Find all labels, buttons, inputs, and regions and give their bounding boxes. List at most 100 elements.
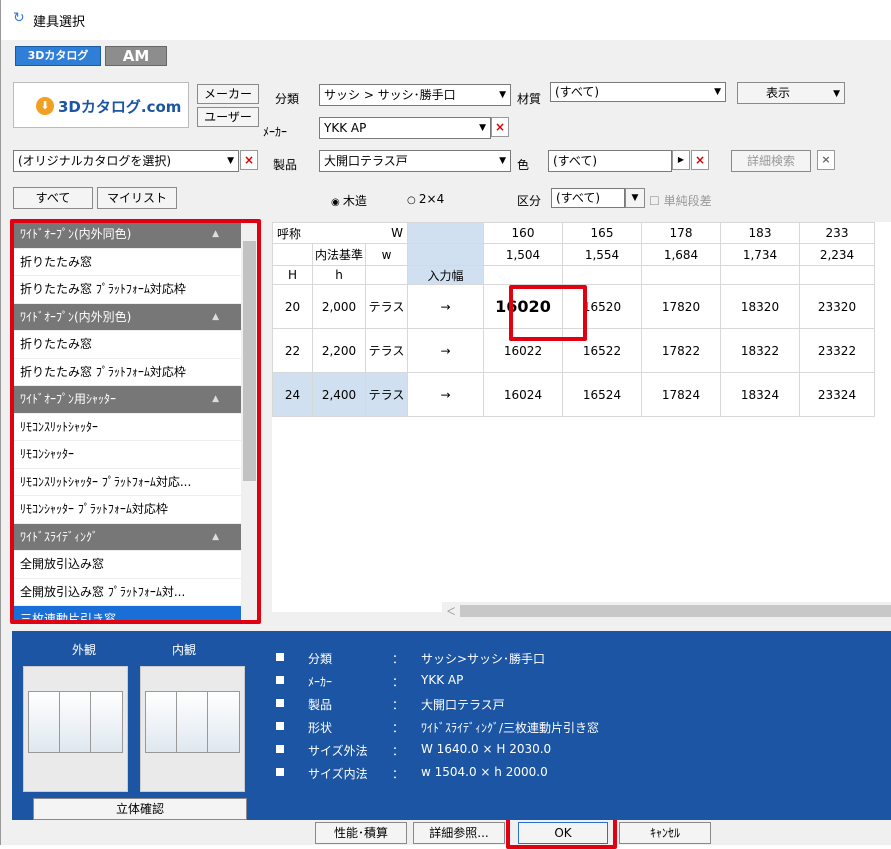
size-cell[interactable]: 16522 [562,328,642,373]
row-type[interactable]: テラス [365,284,408,329]
list-item-label: 三枚連動片引き窓 [20,612,117,621]
exterior-preview [23,666,128,792]
size-cell[interactable]: 23324 [799,372,875,417]
row-h[interactable]: 2,200 [312,328,366,373]
row-arrow[interactable]: → [407,328,484,373]
scroll-thumb[interactable] [243,241,256,481]
clear-color-button[interactable]: × [691,150,709,170]
close-icon[interactable]: × [817,150,835,170]
detail-search-button[interactable]: 詳細検索 [731,150,811,172]
info-sep: ： [392,698,405,712]
info-sep: ： [392,652,405,666]
info-bullet [276,673,298,687]
arrow-right-icon[interactable]: ▶ [672,150,690,170]
mylist-button[interactable]: マイリスト [97,187,177,209]
grid-hscrollbar[interactable]: ＜ [442,602,891,620]
row-h[interactable]: 2,400 [312,372,366,417]
list-item[interactable]: 折りたたみ窓 ﾌﾟﾗｯﾄﾌｫｰﾑ対応枠 [12,276,241,304]
list-item-label: 折りたたみ窓 ﾌﾟﾗｯﾄﾌｫｰﾑ対応枠 [20,364,186,379]
row-H[interactable]: 24 [272,372,313,417]
category-select[interactable]: サッシ > サッシ･勝手口 ▼ [319,84,511,106]
info-bullet [276,742,298,756]
size-cell[interactable]: 23320 [799,284,875,329]
ok-button[interactable]: OK [518,822,608,844]
row-H[interactable]: 22 [272,328,313,373]
color-select[interactable]: (すべて) [548,150,672,172]
clear-catalog-button[interactable]: × [240,150,258,170]
list-item[interactable]: 三枚連動片引き窓 [12,606,241,621]
size-cell[interactable]: 16024 [483,372,563,417]
size-cell[interactable]: 18320 [720,284,800,329]
list-group-header[interactable]: ﾜｲﾄﾞｵｰﾌﾟﾝ(内外同色) ▲ [12,221,241,249]
list-item[interactable]: ﾘﾓｺﾝｽﾘｯﾄｼｬｯﾀｰ [12,414,241,441]
list-item-label: 折りたたみ窓 [20,254,93,269]
catalog-select[interactable]: (オリジナルカタログを選択) ▼ [13,150,239,172]
info-label: 形状 [308,721,333,735]
size-cell[interactable]: 17820 [641,284,721,329]
list-item[interactable]: 折りたたみ窓 ﾌﾟﾗｯﾄﾌｫｰﾑ対応枠 [12,359,241,386]
clear-maker-button[interactable]: × [491,117,509,137]
size-cell[interactable]: 16020 [483,284,563,329]
size-cell[interactable]: 16524 [562,372,642,417]
tab-am[interactable]: AM [105,46,167,66]
row-arrow[interactable]: → [407,372,484,417]
scroll-left-icon[interactable]: ＜ [446,603,456,618]
list-item[interactable]: ﾘﾓｺﾝｼｬｯﾀｰ ﾌﾟﾗｯﾄﾌｫｰﾑ対応枠 [12,496,241,524]
size-cell[interactable]: 23322 [799,328,875,373]
radio-wood[interactable]: ◉ 木造 [331,192,367,209]
inner-width-4: 2,234 [799,243,875,266]
list-item-label: ﾜｲﾄﾞｵｰﾌﾟﾝ(内外同色) [20,227,132,241]
collapse-icon[interactable]: ▲ [212,221,219,248]
size-cell[interactable]: 18322 [720,328,800,373]
list-item[interactable]: 折りたたみ窓 [12,331,241,359]
cancel-button[interactable]: ｷｬﾝｾﾙ [619,822,711,844]
list-item-label: ﾜｲﾄﾞｽﾗｲﾃﾞｨﾝｸﾞ [20,529,99,544]
collapse-icon[interactable]: ▲ [212,304,219,331]
logo-text: 3Dカタログ.com [58,98,182,116]
size-cell[interactable]: 18324 [720,372,800,417]
row-type[interactable]: テラス [365,328,408,373]
grid-blank [272,243,313,266]
col-header-2: 178 [641,222,721,244]
list-group-header[interactable]: ﾜｲﾄﾞｽﾗｲﾃﾞｨﾝｸﾞ ▲ [12,523,241,551]
collapse-icon[interactable]: ▲ [212,524,219,551]
list-group-header[interactable]: ﾜｲﾄﾞｵｰﾌﾟﾝ用ｼｬｯﾀｰ ▲ [12,386,241,414]
performance-button[interactable]: 性能･積算 [315,822,407,844]
stereo-check-button[interactable]: 立体確認 [33,798,247,820]
size-cell[interactable]: 16520 [562,284,642,329]
material-select[interactable]: (すべて) ▼ [550,82,726,102]
product-select[interactable]: 大開口テラス戸 ▼ [319,150,511,172]
tab-3d-catalog[interactable]: 3Dカタログ [15,46,101,66]
radio-2x4[interactable]: ○ 2×4 [407,192,444,206]
list-item[interactable]: ﾘﾓｺﾝｼｬｯﾀｰ [12,441,241,469]
chevron-down-icon[interactable]: ▼ [625,188,645,208]
detail-ref-button[interactable]: 詳細参照... [413,822,505,844]
size-cell[interactable]: 17824 [641,372,721,417]
maker-button[interactable]: メーカー [197,84,259,104]
size-cell[interactable]: 17822 [641,328,721,373]
all-button[interactable]: すべて [13,187,93,209]
display-button[interactable]: 表示 ▼ [737,82,845,104]
list-item[interactable]: 全開放引込み窓 [12,551,241,579]
list-item[interactable]: 全開放引込み窓 ﾌﾟﾗｯﾄﾌｫｰﾑ対... [12,579,241,606]
info-label: 分類 [308,652,333,666]
scroll-thumb[interactable] [460,605,891,617]
row-H[interactable]: 20 [272,284,313,329]
info-value: 大開口テラス戸 [421,698,505,712]
user-button[interactable]: ユーザー [197,107,259,127]
single-step-checkbox[interactable]: ☐ 単純段差 [649,192,712,209]
inner-width-0: 1,504 [483,243,563,266]
collapse-icon[interactable]: ▲ [212,386,219,413]
input-width-header: 入力幅 [407,265,484,285]
division-select[interactable]: (すべて) [551,188,625,208]
size-cell[interactable]: 16022 [483,328,563,373]
row-arrow[interactable]: → [407,284,484,329]
list-item[interactable]: ﾘﾓｺﾝｽﾘｯﾄｼｬｯﾀｰ ﾌﾟﾗｯﾄﾌｫｰﾑ対応... [12,469,241,496]
maker-select[interactable]: YKK AP ▼ [319,117,491,139]
row-h[interactable]: 2,000 [312,284,366,329]
list-item[interactable]: 折りたたみ窓 [12,249,241,276]
list-scrollbar[interactable] [241,221,258,621]
list-group-header[interactable]: ﾜｲﾄﾞｵｰﾌﾟﾝ(内外別色) ▲ [12,303,241,331]
row-type[interactable]: テラス [365,372,408,417]
size-grid: 呼称 W 160 165 178 183 233 内法基準 w 1,504 1,… [272,222,891,620]
